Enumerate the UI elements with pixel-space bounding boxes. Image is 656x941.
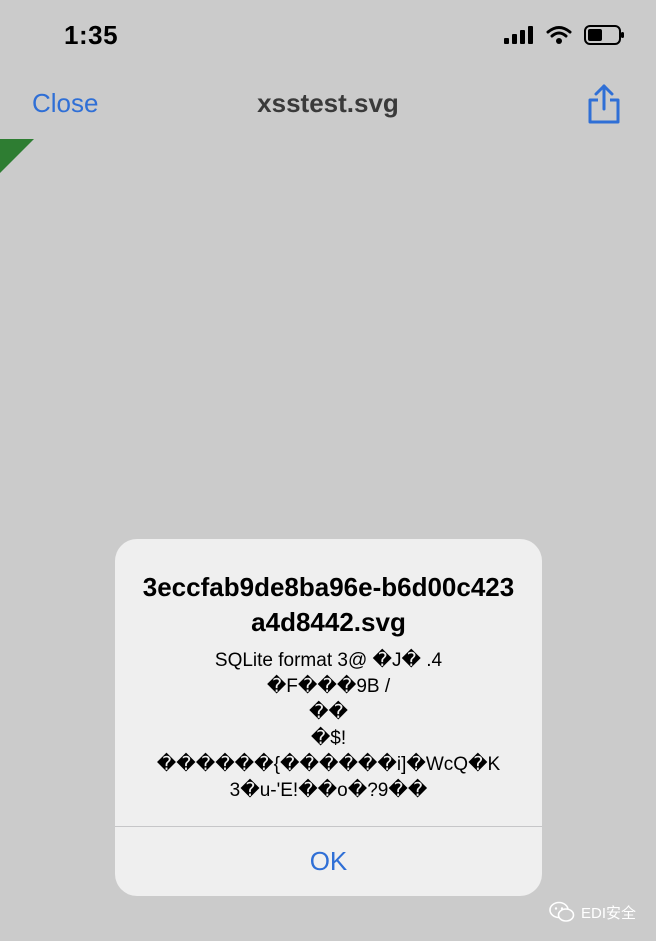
status-icons <box>504 24 626 46</box>
alert-title: 3eccfab9de8ba96e-b6d00c423a4d8442.svg <box>142 572 515 637</box>
corner-triangle-marker <box>0 139 34 173</box>
share-button[interactable] <box>586 83 622 130</box>
page-title: xsstest.svg <box>257 88 399 118</box>
watermark-text: EDI安全 <box>580 904 636 922</box>
alert-dialog: 3eccfab9de8ba96e-b6d00c423a4d8442.svg SQ… <box>115 539 542 896</box>
alert-message: SQLite format 3@ �J� .4 �F���9B / �� �$!… <box>156 650 501 801</box>
wifi-icon <box>546 26 572 44</box>
watermark: EDI安全 <box>549 901 636 923</box>
wechat-icon <box>549 901 575 922</box>
battery-icon <box>584 25 624 45</box>
status-time: 1:35 <box>64 20 119 50</box>
cellular-signal-icon <box>504 26 533 44</box>
share-icon <box>588 84 620 124</box>
ok-button[interactable]: OK <box>115 827 542 896</box>
